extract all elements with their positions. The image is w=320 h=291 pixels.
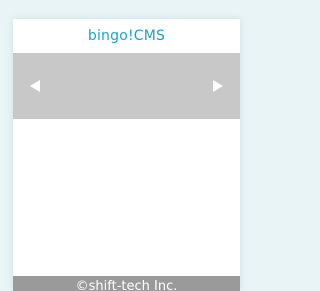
- slider-prev-icon[interactable]: [30, 80, 40, 92]
- site-footer: ©shift-tech Inc.: [13, 276, 240, 291]
- main-content: [13, 119, 240, 276]
- page-container: bingo!CMS ©shift-tech Inc.: [13, 19, 240, 291]
- image-slider[interactable]: [13, 53, 240, 119]
- site-header: bingo!CMS: [13, 19, 240, 52]
- slider-next-icon[interactable]: [213, 80, 223, 92]
- site-logo[interactable]: bingo!CMS: [88, 28, 165, 44]
- copyright-text: ©shift-tech Inc.: [75, 279, 178, 291]
